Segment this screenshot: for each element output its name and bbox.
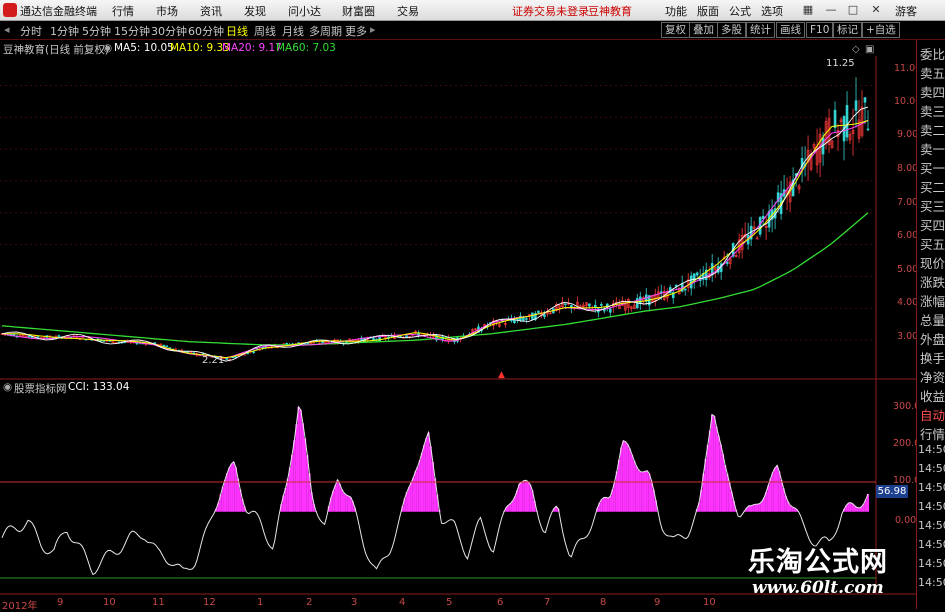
candle-body bbox=[285, 342, 288, 345]
candle-body bbox=[863, 97, 867, 103]
candle-body bbox=[564, 303, 567, 305]
side-panel-item[interactable]: 买三 bbox=[920, 196, 945, 215]
date-tick: 3 bbox=[351, 597, 358, 608]
candle-body bbox=[537, 310, 540, 313]
candle-body bbox=[845, 105, 849, 138]
candle-body bbox=[36, 336, 40, 338]
candle-body bbox=[761, 215, 765, 219]
side-panel-item[interactable]: 卖一 bbox=[920, 139, 945, 158]
side-panel-item[interactable]: 14:50 bbox=[918, 538, 945, 551]
candle-body bbox=[531, 312, 534, 320]
indicator-source: 股票指标网 bbox=[14, 383, 67, 395]
date-tick: 4 bbox=[399, 597, 406, 608]
side-panel-item[interactable]: 换手 bbox=[920, 348, 945, 367]
side-panel-item[interactable]: 总量 bbox=[920, 310, 945, 329]
ma10-line bbox=[1, 120, 869, 359]
candle-body bbox=[866, 128, 870, 131]
candle-body bbox=[165, 345, 169, 348]
side-panel-item[interactable]: 买五 bbox=[920, 234, 945, 253]
side-panel-item[interactable]: 卖五 bbox=[920, 63, 945, 82]
side-panel-item[interactable]: 卖二 bbox=[920, 120, 945, 139]
low-price-label: 2.21 bbox=[202, 355, 225, 366]
side-panel-item[interactable]: 卖四 bbox=[920, 82, 945, 101]
candle-body bbox=[600, 304, 603, 306]
date-tick: 10 bbox=[103, 597, 116, 608]
side-panel-item[interactable]: 买二 bbox=[920, 177, 945, 196]
candle-body bbox=[252, 351, 256, 353]
date-tick: 9 bbox=[57, 597, 64, 608]
side-panel-item[interactable]: 买一 bbox=[920, 158, 945, 177]
date-tick: 5 bbox=[446, 597, 453, 608]
candle-body bbox=[588, 303, 591, 307]
side-panel-item[interactable]: 14:50 bbox=[918, 519, 945, 532]
date-tick: 7 bbox=[544, 597, 551, 608]
y-tick: 8.00 bbox=[897, 163, 919, 174]
candle-body bbox=[525, 318, 528, 320]
side-panel-item[interactable]: 委比 bbox=[920, 44, 945, 63]
candle-body bbox=[683, 288, 687, 291]
side-panel-item[interactable]: 涨幅 bbox=[920, 291, 945, 310]
y-tick: 5.00 bbox=[897, 264, 919, 275]
candle-body bbox=[608, 308, 612, 313]
ma5-line bbox=[1, 106, 869, 362]
candle-body bbox=[833, 109, 837, 128]
chart-canvas[interactable]: ▲ bbox=[0, 0, 945, 609]
side-panel-item[interactable]: 净资 bbox=[920, 367, 945, 386]
date-tick: 2012年 bbox=[2, 601, 38, 612]
candle-body bbox=[57, 335, 61, 337]
indicator-settings-icon[interactable]: ◉ bbox=[3, 381, 12, 393]
watermark-url: www.60lt.com bbox=[752, 578, 884, 598]
side-panel-item[interactable]: 涨跌 bbox=[920, 272, 945, 291]
date-tick: 9 bbox=[654, 597, 661, 608]
candle-body bbox=[695, 272, 699, 276]
y-tick: 9.00 bbox=[897, 129, 919, 140]
date-tick: 10 bbox=[703, 597, 716, 608]
ma60-line bbox=[1, 212, 869, 346]
cci-y-tick: 0.00 bbox=[895, 515, 917, 526]
side-panel-item[interactable]: 14:50 bbox=[918, 557, 945, 570]
side-panel-item[interactable]: 14:50 bbox=[918, 481, 945, 494]
marker-red-icon: ▲ bbox=[498, 370, 505, 380]
candle-body bbox=[659, 291, 663, 293]
side-panel-item[interactable]: 14:50 bbox=[918, 443, 945, 456]
candle-body bbox=[186, 351, 190, 353]
side-panel-item[interactable]: 外盘 bbox=[920, 329, 945, 348]
side-panel-item[interactable]: 自动 bbox=[920, 405, 945, 424]
date-tick: 6 bbox=[497, 597, 504, 608]
y-tick: 6.00 bbox=[897, 230, 919, 241]
side-panel-item[interactable]: 14:50 bbox=[918, 576, 945, 589]
candle-body bbox=[225, 357, 229, 360]
chart-panel-icon[interactable]: ▣ bbox=[865, 44, 874, 55]
side-panel-item[interactable]: 卖三 bbox=[920, 101, 945, 120]
date-tick: 8 bbox=[600, 597, 607, 608]
y-tick: 7.00 bbox=[897, 197, 919, 208]
candle-body bbox=[854, 100, 858, 111]
candle-body bbox=[372, 337, 375, 341]
side-panel-item[interactable]: 收益 bbox=[920, 386, 945, 405]
quote-side-panel: 委比 卖五 卖四 卖三 卖二 卖一 买一 买二 买三 买四 买五 现价 涨跌 涨幅 总量 外盘 换手 净资 收益 自动… bbox=[916, 40, 945, 609]
side-panel-item[interactable]: 买四 bbox=[920, 215, 945, 234]
candle-body bbox=[405, 335, 408, 338]
y-tick: 4.00 bbox=[897, 297, 919, 308]
ma20-line bbox=[1, 120, 869, 359]
candle-body bbox=[27, 335, 31, 338]
side-panel-item[interactable]: 行情 bbox=[920, 424, 945, 443]
watermark-title: 乐淘公式网 bbox=[748, 547, 888, 578]
side-panel-item[interactable]: 现价 bbox=[920, 253, 945, 272]
chart-option-icon[interactable]: ◇ bbox=[852, 44, 860, 55]
y-tick: 3.00 bbox=[897, 331, 919, 342]
candle-body bbox=[522, 317, 525, 322]
date-tick: 12 bbox=[203, 597, 216, 608]
side-panel-item[interactable]: 14:50 bbox=[918, 462, 945, 475]
candle-body bbox=[543, 314, 546, 317]
side-panel-item[interactable]: 14:50 bbox=[918, 500, 945, 513]
date-tick: 11 bbox=[152, 597, 165, 608]
cci-current-value-badge: 56.98 bbox=[876, 485, 908, 498]
date-tick: 1 bbox=[257, 597, 264, 608]
high-price-label: 11.25 bbox=[826, 58, 855, 69]
date-tick: 2 bbox=[306, 597, 313, 608]
cci-value-label: CCI: 133.04 bbox=[68, 381, 130, 393]
